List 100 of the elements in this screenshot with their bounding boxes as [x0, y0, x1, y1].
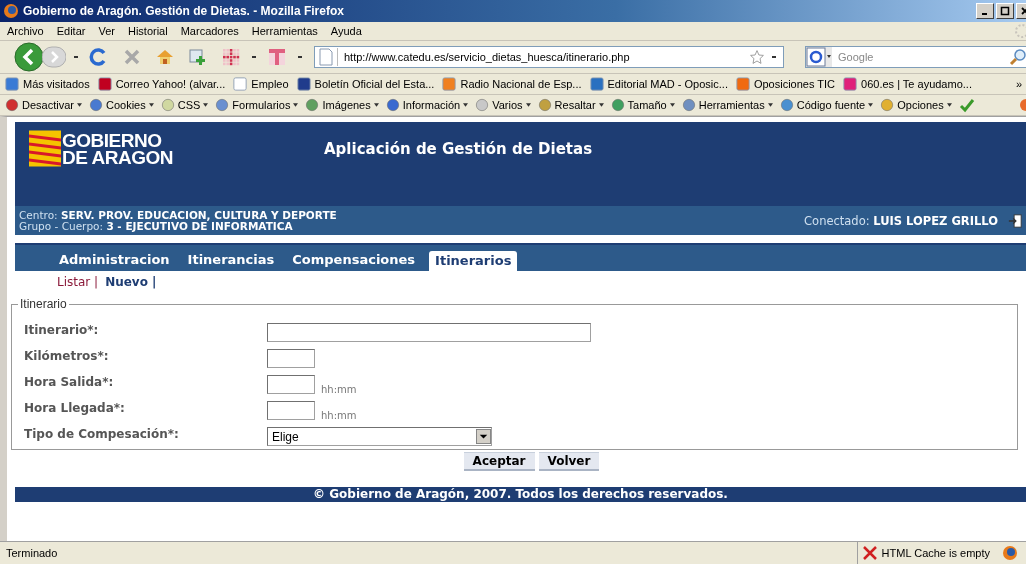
- toolbar-menu[interactable]: Información: [385, 98, 469, 112]
- bookmark-item[interactable]: Más visitados: [5, 77, 90, 91]
- caret-icon: [946, 103, 952, 107]
- input-field[interactable]: [267, 375, 315, 394]
- logo-text: DE ARAGON: [62, 148, 173, 166]
- menu-item[interactable]: Editar: [56, 25, 86, 37]
- caret-icon: [373, 103, 379, 107]
- flag-icon: [29, 130, 61, 167]
- nav-tab[interactable]: Administracion: [55, 252, 174, 271]
- toolbar-menu[interactable]: Cookies: [88, 98, 154, 112]
- menu-item[interactable]: Herramientas: [251, 25, 318, 37]
- field-label: Kilómetros*:: [24, 349, 110, 363]
- field-label: Hora Salida*:: [24, 375, 115, 389]
- circle-icon: [305, 98, 320, 112]
- toolbar-menu[interactable]: Opciones: [880, 98, 952, 112]
- site-icon: [97, 77, 112, 91]
- checkmark-icon[interactable]: [958, 97, 975, 113]
- search-engine-icon[interactable]: [806, 47, 832, 67]
- error-icon: [861, 545, 878, 561]
- dropdown-field[interactable]: Elige: [267, 427, 492, 446]
- panel-legend: Itinerario: [18, 297, 69, 311]
- circle-icon: [681, 98, 696, 112]
- toolbar-menu[interactable]: Desactivar: [5, 98, 82, 112]
- page-footer: © Gobierno de Aragón, 2007. Todos los derechos reservados.: [15, 487, 1026, 502]
- input-field[interactable]: [267, 349, 315, 368]
- address-field[interactable]: http://www.catedu.es/servicio_dietas_huesca/itinerario.php: [314, 46, 784, 68]
- caret-icon: [148, 103, 154, 107]
- circle-icon: [160, 98, 175, 112]
- toolbar-menu[interactable]: Resaltar: [537, 98, 604, 112]
- minimize-button[interactable]: [976, 3, 994, 19]
- circle-icon: [88, 98, 103, 112]
- site-icon: [735, 77, 750, 91]
- home-icon[interactable]: [155, 47, 175, 67]
- maximize-icon: [1000, 6, 1010, 16]
- field-hint: hh:mm: [321, 384, 357, 395]
- field-label: Itinerario*:: [24, 323, 100, 337]
- circle-icon: [537, 98, 552, 112]
- toolbar-menu[interactable]: Imágenes: [305, 98, 379, 112]
- bookmark-item[interactable]: Oposiciones TIC: [735, 77, 836, 91]
- input-field[interactable]: [267, 323, 591, 342]
- caret-icon: [293, 103, 299, 107]
- caret-icon: [767, 103, 773, 107]
- nav-tab[interactable]: Itinerancias: [183, 252, 279, 271]
- toolbar-menu[interactable]: Código fuente: [779, 98, 874, 112]
- toolbar-menu[interactable]: Herramientas: [681, 98, 773, 112]
- connected-user: Conectado: LUIS LOPEZ GRILLO: [804, 213, 998, 228]
- input-field[interactable]: [267, 401, 315, 420]
- logo-text: GOBIERNO: [62, 131, 163, 149]
- subnav-link[interactable]: Nuevo |: [105, 275, 157, 293]
- circle-icon: [475, 98, 490, 112]
- circle-icon: [5, 98, 19, 112]
- new-tab-icon[interactable]: [188, 47, 208, 67]
- maximize-button[interactable]: [996, 3, 1014, 19]
- circle-icon: [385, 98, 400, 112]
- form-button[interactable]: Volver: [538, 452, 600, 471]
- caret-icon: [463, 103, 469, 107]
- back-button[interactable]: [14, 42, 44, 72]
- site-icon: [5, 77, 19, 91]
- subnav-link[interactable]: Listar |: [57, 275, 99, 293]
- menu-item[interactable]: Ayuda: [330, 25, 362, 37]
- app-title: Aplicación de Gestión de Dietas: [324, 140, 593, 158]
- form-button[interactable]: Aceptar: [463, 452, 535, 471]
- nav-tab[interactable]: Itinerarios: [429, 251, 518, 271]
- caret-icon: [203, 103, 209, 107]
- bookmark-item[interactable]: Radio Nacional de Esp...: [442, 77, 582, 91]
- menu-item[interactable]: Ver: [98, 25, 115, 37]
- search-field[interactable]: Google: [805, 46, 1026, 68]
- toolbar-menu[interactable]: CSS: [160, 98, 209, 112]
- menu-item[interactable]: Marcadores: [180, 25, 239, 37]
- window-title: Gobierno de Aragón. Gestión de Dietas. - Mozilla Firefox: [23, 4, 345, 18]
- field-label: Tipo de Compesación*:: [24, 427, 180, 441]
- search-icon[interactable]: [1009, 48, 1026, 66]
- status-text: Terminado: [5, 547, 59, 559]
- field-label: Hora Llegada*:: [24, 401, 126, 415]
- bookmark-item[interactable]: Empleo: [233, 77, 289, 91]
- toolbar-menu[interactable]: Formularios: [215, 98, 299, 112]
- cache-status[interactable]: HTML Cache is empty: [856, 542, 998, 564]
- caret-icon: [525, 103, 531, 107]
- bookmark-item[interactable]: Editorial MAD - Oposic...: [589, 77, 728, 91]
- circle-icon: [880, 98, 895, 112]
- toolbar-menu[interactable]: Tamaño: [610, 98, 675, 112]
- bookmark-item[interactable]: Boletín Oficial del Esta...: [296, 77, 435, 91]
- centro-text: Centro: SERV. PROV. EDUCACION, CULTURA Y DEPORTE: [19, 209, 337, 221]
- site-icon: [296, 77, 311, 91]
- star-icon[interactable]: [749, 49, 765, 65]
- nav-tab[interactable]: Compensaciones: [288, 252, 420, 271]
- logout-icon[interactable]: [1008, 213, 1022, 228]
- more-bookmarks-button[interactable]: »: [1015, 78, 1022, 90]
- minimize-icon: [981, 13, 987, 15]
- caret-icon: [669, 103, 675, 107]
- circle-icon: [610, 98, 625, 112]
- circle-icon: [215, 98, 230, 112]
- bookmark-item[interactable]: Correo Yahoo! (alvar...: [97, 77, 226, 91]
- menu-item[interactable]: Archivo: [7, 25, 44, 37]
- menu-item[interactable]: Historial: [127, 25, 168, 37]
- site-icon: [442, 77, 457, 91]
- toolbar-menu[interactable]: Varios: [475, 98, 531, 112]
- caret-icon: [76, 103, 82, 107]
- bookmark-item[interactable]: 060.es | Te ayudamo...: [843, 77, 972, 91]
- circle-icon: [779, 98, 794, 112]
